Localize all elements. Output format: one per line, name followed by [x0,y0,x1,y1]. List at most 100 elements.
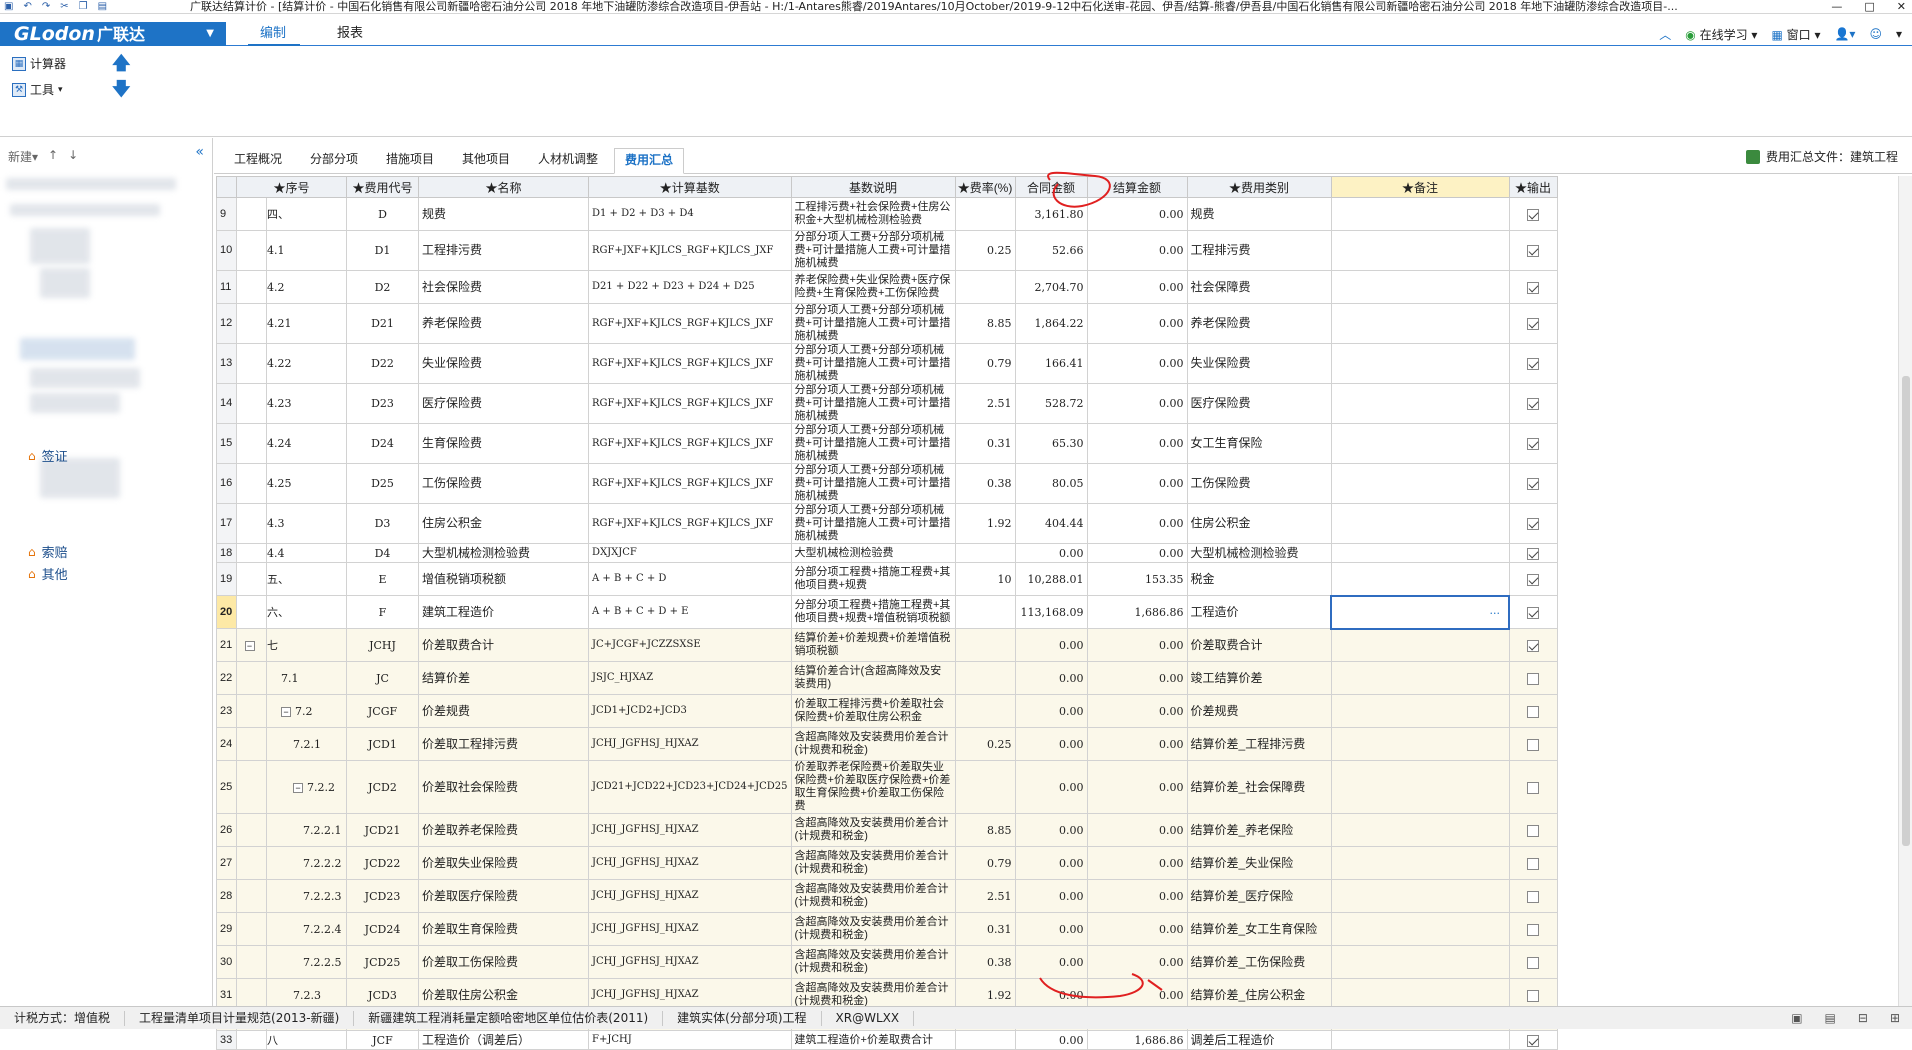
collapse-panel-icon[interactable]: « [195,144,204,160]
close-icon[interactable]: ✕ [1897,0,1906,13]
table-row[interactable]: 22 7.1 JC 结算价差 JSJC_HJXAZ 结算价差合计(含超高降效及安装费用) 0… [216,661,1558,695]
note-cell[interactable] [1330,879,1510,913]
note-cell[interactable] [1330,463,1510,504]
fee-type-cell[interactable]: 结算价差_养老保险 [1186,813,1332,847]
fee-type-cell[interactable]: 工程排污费 [1186,230,1332,271]
base-cell[interactable]: JCHJ_JGFHSJ_HJXAZ [588,945,792,979]
note-cell[interactable] [1330,628,1510,662]
table-row[interactable]: 27 7.2.2.2 JCD22 价差取失业保险费 JCHJ_JGFHSJ_HJXAZ 含… [216,846,1558,880]
code-cell[interactable]: D3 [346,503,419,544]
name-cell[interactable]: 医疗保险费 [418,383,589,424]
code-cell[interactable]: JCD1 [346,727,419,761]
tree-item-visa[interactable]: ⌂ 签证 [28,446,68,466]
fee-type-cell[interactable]: 结算价差_失业保险 [1186,846,1332,880]
name-cell[interactable]: 社会保险费 [418,270,589,304]
fee-type-cell[interactable]: 税金 [1186,562,1332,596]
col-name[interactable]: ★名称 [418,176,589,198]
undo-icon[interactable]: ↶ [23,0,31,13]
output-checkbox[interactable] [1527,672,1540,685]
note-cell[interactable] [1330,846,1510,880]
row-number[interactable]: 13 [216,343,237,384]
code-cell[interactable]: JCD25 [346,945,419,979]
seq-cell[interactable]: 7.2.2.3 [266,879,347,913]
note-cell[interactable] [1330,562,1510,596]
row-number[interactable]: 33 [216,1030,237,1050]
name-cell[interactable]: 建筑工程造价 [418,595,589,629]
table-row[interactable]: 15 4.24 D24 生育保险费 RGF+JXF+KJLCS_RGF+KJLCS_JX… [216,423,1558,464]
table-row[interactable]: 30 7.2.2.5 JCD25 价差取工伤保险费 JCHJ_JGFHSJ_HJXAZ 含… [216,945,1558,979]
fee-type-cell[interactable]: 价差取费合计 [1186,628,1332,662]
fee-type-cell[interactable]: 结算价差_工伤保险费 [1186,945,1332,979]
name-cell[interactable]: 价差取医疗保险费 [418,879,589,913]
col-settle-amount[interactable]: 结算金额 [1086,176,1188,198]
fee-type-cell[interactable]: 失业保险费 [1186,343,1332,384]
code-cell[interactable]: D25 [346,463,419,504]
code-cell[interactable]: JCHJ [346,628,419,662]
name-cell[interactable]: 价差取养老保险费 [418,813,589,847]
output-checkbox[interactable] [1527,245,1540,257]
code-cell[interactable]: D4 [346,543,419,563]
output-cell[interactable] [1508,945,1558,979]
code-cell[interactable]: D24 [346,423,419,464]
row-number[interactable]: 15 [216,423,237,464]
note-cell[interactable] [1330,383,1510,424]
base-cell[interactable]: RGF+JXF+KJLCS_RGF+KJLCS_JXF [588,423,792,464]
col-note[interactable]: ★备注 [1330,176,1510,198]
tab-measures[interactable]: 措施项目 [376,148,444,174]
rate-cell[interactable] [954,595,1016,629]
base-cell[interactable]: A + B + C + D + E [588,595,792,629]
note-cell[interactable] [1330,343,1510,384]
table-row[interactable]: 29 7.2.2.4 JCD24 价差取生育保险费 JCHJ_JGFHSJ_HJXAZ 含… [216,912,1558,946]
row-number[interactable]: 17 [216,503,237,544]
seq-cell[interactable]: 7.1 [266,661,347,695]
row-number[interactable]: 23 [216,694,237,728]
base-cell[interactable]: A + B + C + D [588,562,792,596]
row-number[interactable]: 14 [216,383,237,424]
output-checkbox[interactable] [1527,573,1540,586]
code-cell[interactable]: F [346,595,419,629]
output-cell[interactable] [1508,846,1558,880]
output-checkbox[interactable] [1527,857,1540,870]
base-cell[interactable]: D1 + D2 + D3 + D4 [588,197,792,231]
rate-cell[interactable] [954,760,1016,814]
output-checkbox[interactable] [1527,738,1540,751]
fee-type-cell[interactable]: 结算价差_社会保障费 [1186,760,1332,814]
output-checkbox[interactable] [1527,547,1540,560]
user-icon[interactable]: 👤▾ [1834,27,1855,41]
row-number[interactable]: 11 [216,270,237,304]
fee-summary-file[interactable]: 费用汇总文件：建筑工程 [1745,148,1898,165]
paste-icon[interactable]: ▤ [98,0,107,13]
output-checkbox[interactable] [1527,705,1540,718]
tab-project-overview[interactable]: 工程概况 [224,148,292,174]
code-cell[interactable]: JCD22 [346,846,419,880]
code-cell[interactable]: JCD2 [346,760,419,814]
output-checkbox[interactable] [1527,639,1540,652]
tab-edit[interactable]: 编制 [248,22,300,46]
rate-cell[interactable]: 0.31 [954,423,1016,464]
rate-cell[interactable]: 0.79 [954,343,1016,384]
layout-icon[interactable]: ▤ [1825,1011,1836,1025]
rate-cell[interactable]: 1.92 [954,503,1016,544]
output-cell[interactable] [1508,879,1558,913]
fee-type-cell[interactable]: 工伤保险费 [1186,463,1332,504]
col-contract-amount[interactable]: 合同金额 [1014,176,1088,198]
table-row[interactable]: 17 4.3 D3 住房公积金 RGF+JXF+KJLCS_RGF+KJLCS_JXF 分… [216,503,1558,544]
row-number[interactable]: 10 [216,230,237,271]
note-cell[interactable] [1330,197,1510,231]
name-cell[interactable]: 工伤保险费 [418,463,589,504]
table-row[interactable]: 11 4.2 D2 社会保险费 D21 + D22 + D23 + D24 + D25 养… [216,270,1558,304]
rate-cell[interactable]: 10 [954,562,1016,596]
rate-cell[interactable]: 0.25 [954,230,1016,271]
fee-type-cell[interactable]: 大型机械检测检验费 [1186,543,1332,563]
col-code[interactable]: ★费用代号 [346,176,419,198]
copy-icon[interactable]: ❐ [79,0,88,13]
col-base-desc[interactable]: 基数说明 [790,176,956,198]
fee-type-cell[interactable]: 结算价差_女工生育保险 [1186,912,1332,946]
row-number[interactable]: 26 [216,813,237,847]
name-cell[interactable]: 规费 [418,197,589,231]
output-checkbox[interactable] [1527,1034,1540,1047]
name-cell[interactable]: 工程排污费 [418,230,589,271]
seq-cell[interactable]: −7.2.2 [266,760,347,814]
row-number[interactable]: 24 [216,727,237,761]
help-icon[interactable]: ☺ [1869,27,1882,41]
